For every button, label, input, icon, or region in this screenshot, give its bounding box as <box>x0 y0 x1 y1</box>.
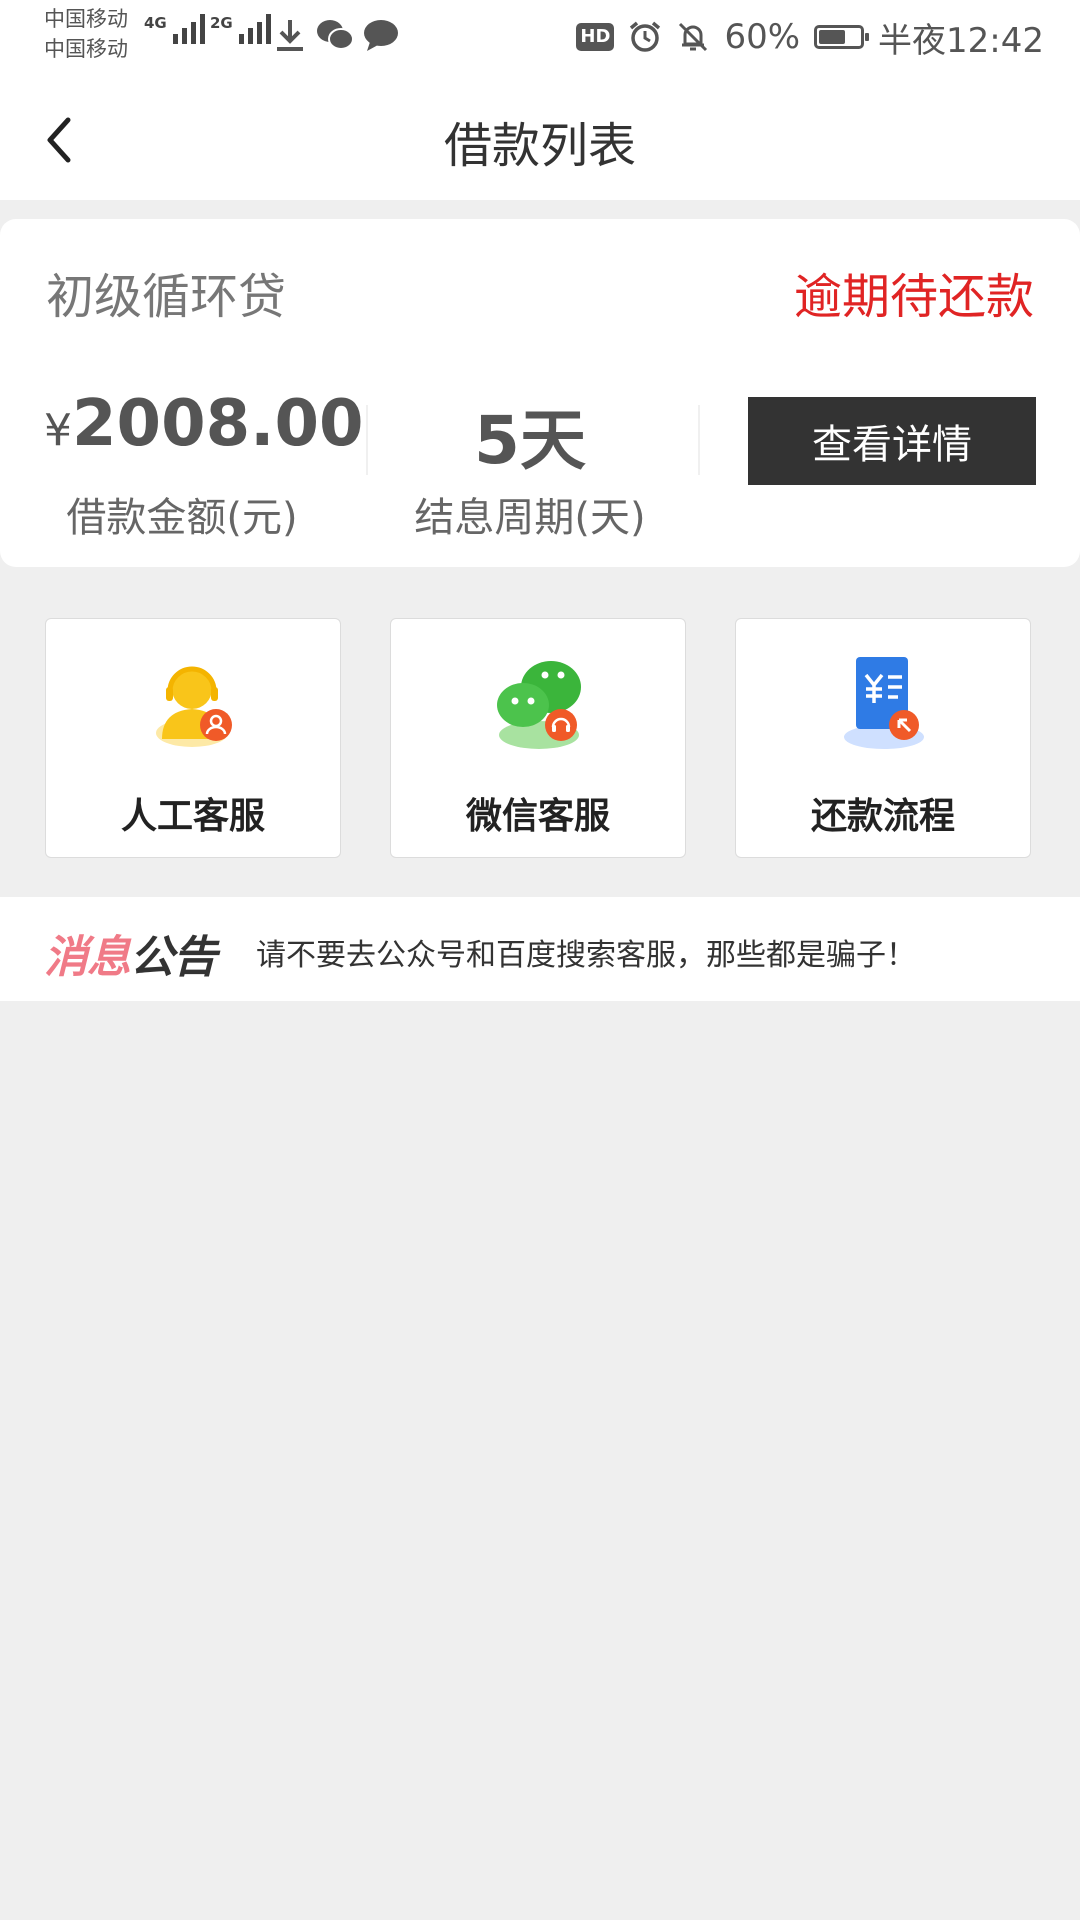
loan-product-name: 初级循环贷 <box>46 269 287 325</box>
period-label: 结息周期(天) <box>414 495 646 541</box>
tile-label: 还款流程 <box>810 796 955 837</box>
view-details-button[interactable]: 查看详情 <box>748 397 1036 485</box>
wechat-service-icon <box>497 661 581 749</box>
loan-status-badge: 逾期待还款 <box>793 269 1034 325</box>
notice-logo: 消息公告 <box>44 921 217 985</box>
loan-card: 初级循环贷 逾期待还款 ¥2008.00 借款金额(元) 5天 结息周期(天) … <box>0 219 1080 567</box>
tile-label: 微信客服 <box>465 796 610 837</box>
status-right-group: HD 60% 半夜12:42 <box>576 12 1044 62</box>
mute-bell-icon <box>679 22 708 52</box>
hd-icon: HD <box>576 23 615 51</box>
amount-label: 借款金额(元) <box>66 495 298 541</box>
carrier-labels: 中国移动 中国移动 <box>44 4 128 64</box>
stat-divider <box>366 405 368 475</box>
tile-manual-service[interactable]: 人工客服 <box>45 618 341 858</box>
nav-header: 借款列表 <box>0 76 1080 200</box>
currency-symbol: ¥ <box>44 405 72 456</box>
page-title: 借款列表 <box>443 118 636 174</box>
status-bar: 中国移动 中国移动 4G 2G HD 60% 半夜12:42 <box>0 0 1080 76</box>
loan-amount: ¥2008.00 <box>44 387 364 461</box>
wechat-notification-icon <box>317 20 354 50</box>
carrier-2: 中国移动 <box>44 37 128 61</box>
notice-bar: 消息公告 请不要去公众号和百度搜索客服，那些都是骗子！ <box>0 897 1080 1001</box>
signal-2g-icon: 2G <box>210 14 271 44</box>
message-icon <box>364 20 398 51</box>
signal-4g-icon: 4G <box>144 14 205 44</box>
period-value: 5天 <box>474 402 586 479</box>
notice-logo-part1: 消息 <box>44 932 131 983</box>
amount-value: 2008.00 <box>72 387 364 461</box>
customer-service-icon <box>156 666 232 747</box>
download-icon <box>277 20 303 51</box>
tile-wechat-service[interactable]: 微信客服 <box>390 618 686 858</box>
battery-percent: 60% <box>724 17 801 57</box>
tile-label: 人工客服 <box>120 796 265 837</box>
notice-text: 请不要去公众号和百度搜索客服，那些都是骗子！ <box>256 938 916 973</box>
carrier-1: 中国移动 <box>44 7 128 31</box>
battery-icon <box>814 25 870 49</box>
stat-divider <box>698 405 700 475</box>
notice-logo-part2: 公告 <box>130 932 217 983</box>
tile-repayment-process[interactable]: 还款流程 <box>735 618 1031 858</box>
clock: 半夜12:42 <box>878 20 1044 61</box>
alarm-icon <box>630 21 661 52</box>
repayment-process-icon <box>844 657 924 749</box>
